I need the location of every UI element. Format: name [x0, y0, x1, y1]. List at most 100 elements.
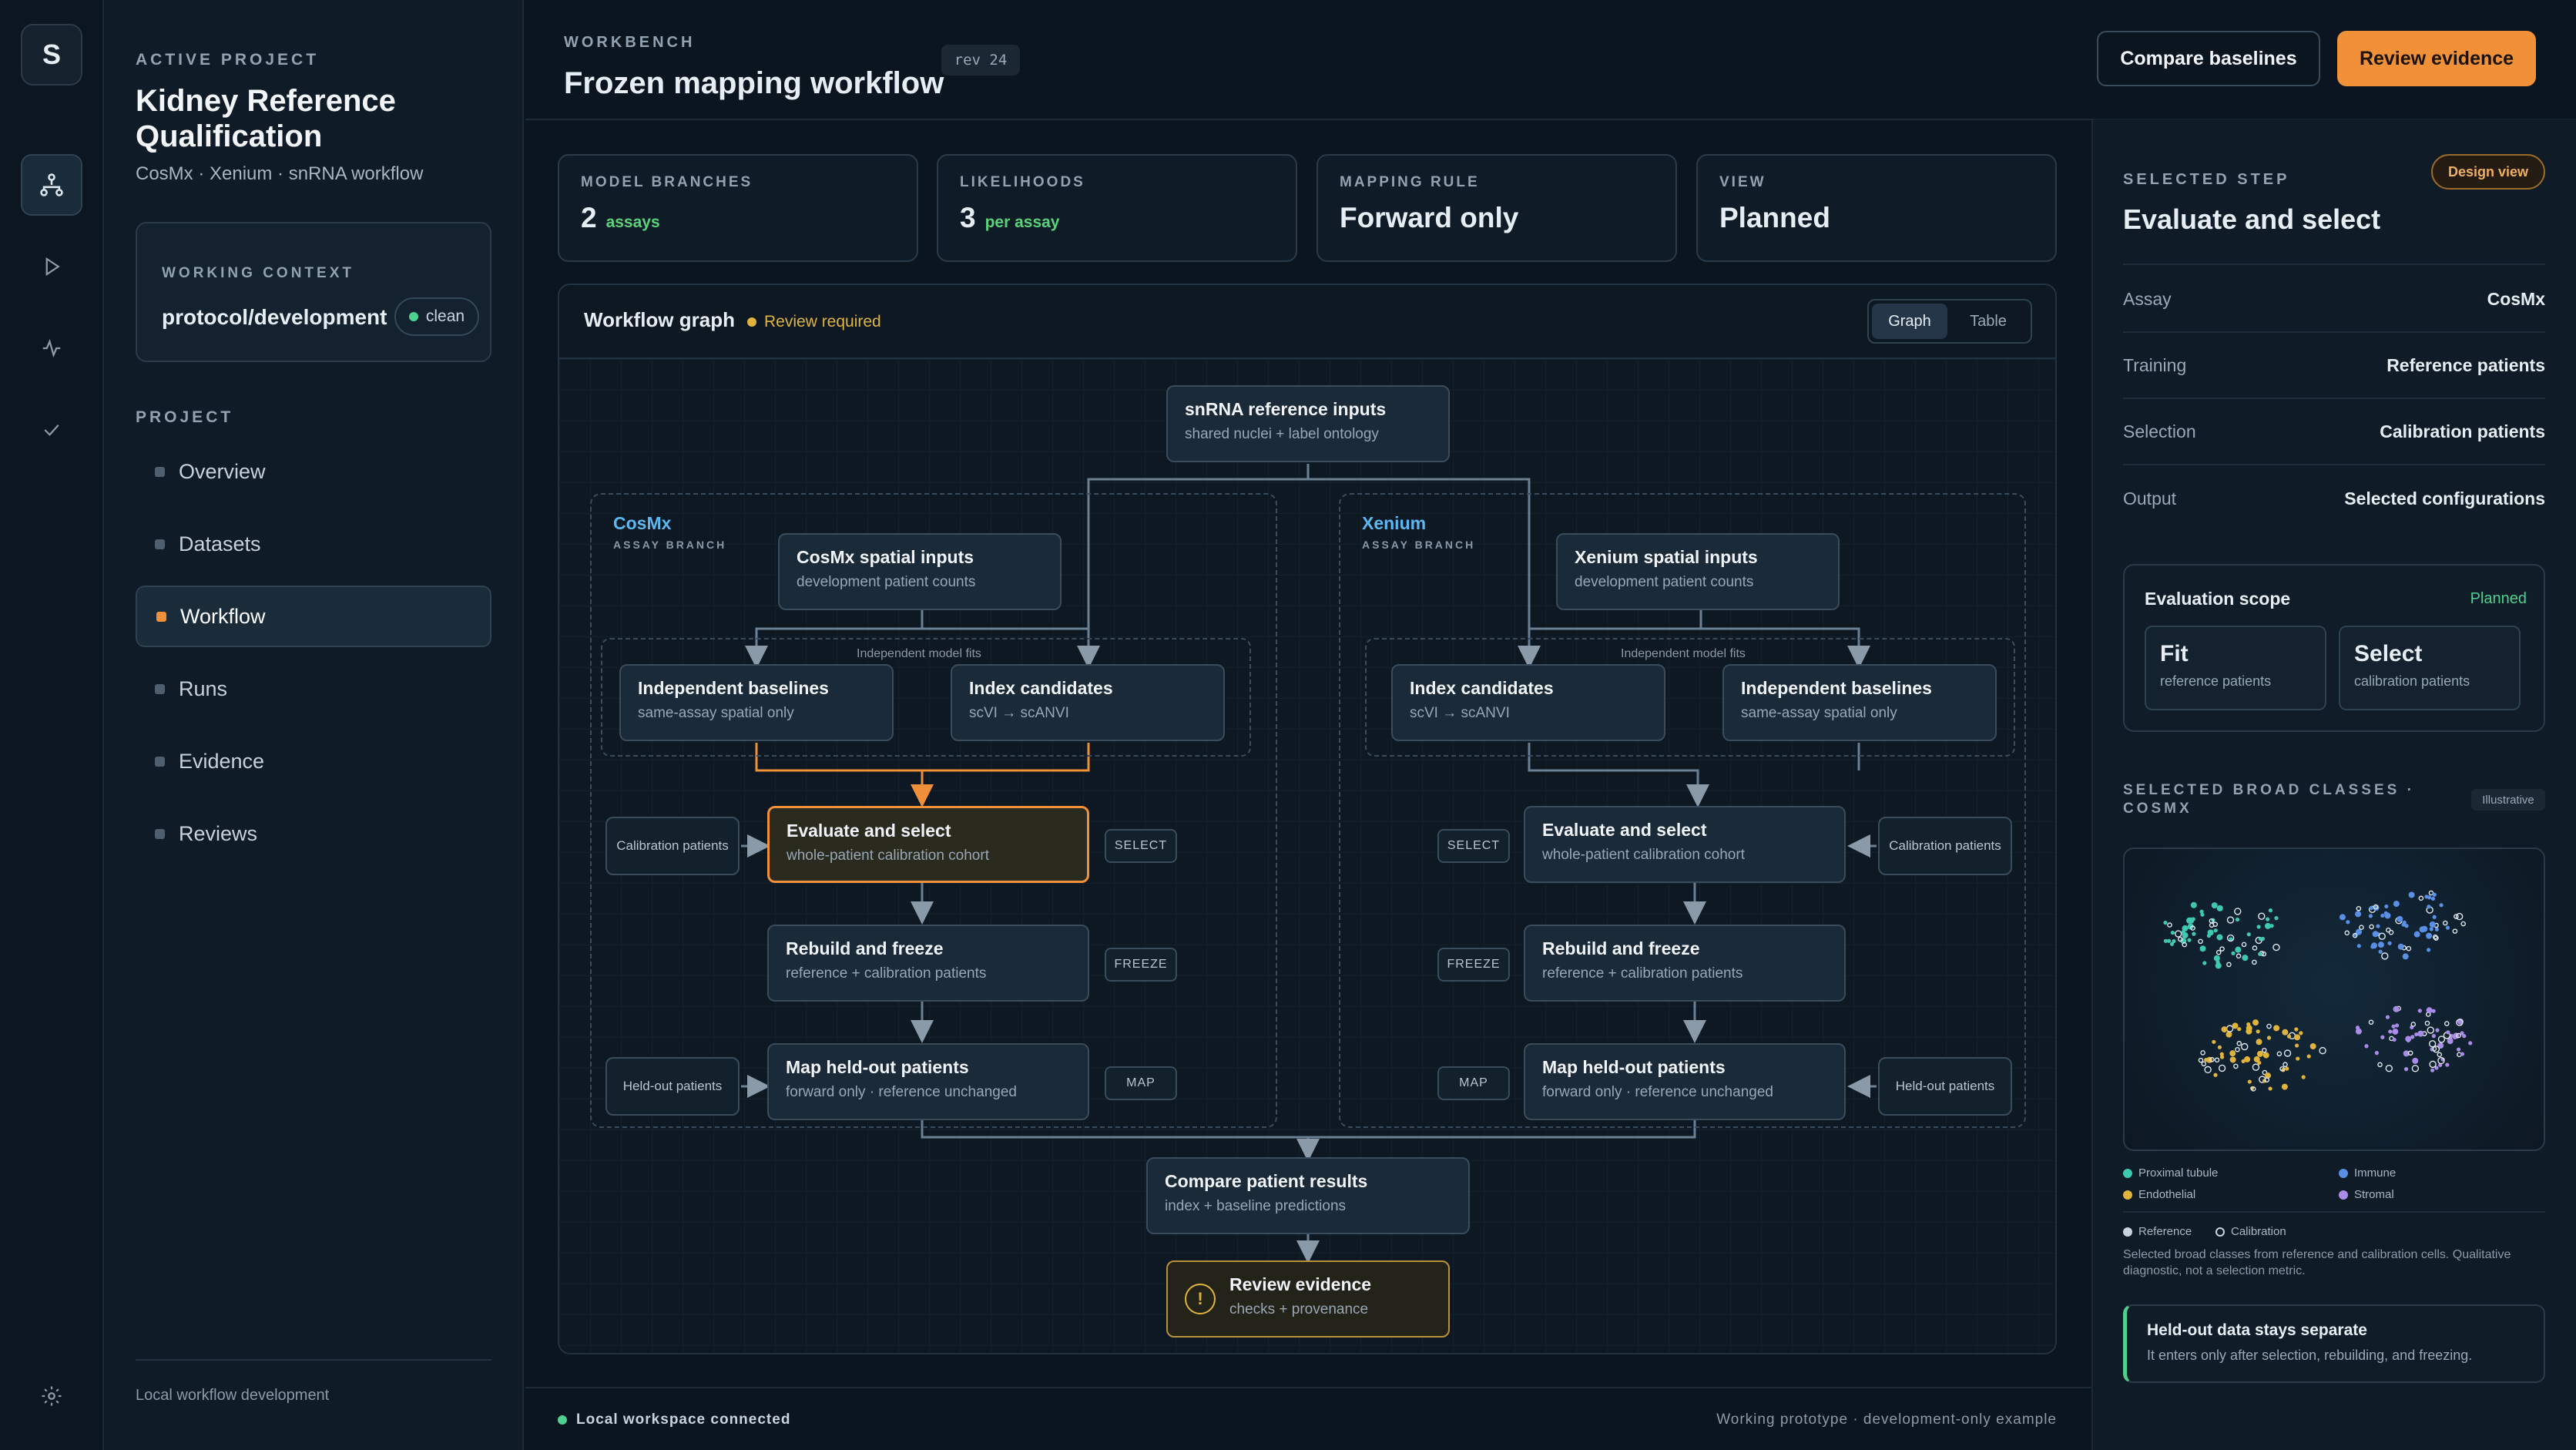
scatter-point: [2355, 1025, 2360, 1030]
scatter-point: [2296, 1056, 2300, 1061]
scatter-point: [2236, 953, 2242, 959]
node-cosmx-rebuild-and-freeze[interactable]: Rebuild and freeze reference + calibratio…: [767, 925, 1089, 1002]
scatter-point: [2430, 1068, 2435, 1072]
node-detail: index + baseline predictions: [1165, 1198, 1347, 1214]
context-branch[interactable]: protocol/development: [162, 305, 387, 330]
scatter-point: [2181, 929, 2185, 935]
scatter-point: [2394, 1023, 2400, 1028]
scatter-point: [2219, 1055, 2225, 1059]
nav-item-reviews[interactable]: Reviews: [136, 803, 491, 864]
branch-subtitle: ASSAY BRANCH: [613, 539, 727, 551]
scatter-point: [2235, 1046, 2240, 1052]
scatter-point: [2429, 1060, 2437, 1069]
nav-bullet: [156, 611, 166, 622]
nav-bullet: [155, 756, 165, 767]
scatter-point: [2217, 1045, 2222, 1049]
review-rail-button[interactable]: [21, 399, 82, 461]
legend-item: Stromal: [2339, 1188, 2394, 1201]
app-logo[interactable]: S: [21, 24, 82, 86]
tag-select: SELECT: [1105, 829, 1177, 863]
legend-swatch: [2123, 1227, 2132, 1237]
node-xenium-evaluate-and-select[interactable]: Evaluate and select whole-patient calibra…: [1524, 806, 1846, 883]
scatter-point: [2445, 925, 2450, 930]
node-xenium-spatial-inputs[interactable]: Xenium spatial inputs development patient…: [1556, 533, 1840, 610]
scatter-point: [2186, 917, 2193, 924]
node-cosmx-map-held-out[interactable]: Map held-out patients forward only · refe…: [767, 1043, 1089, 1120]
nav-label: Runs: [179, 676, 228, 700]
scatter-point: [2241, 1042, 2249, 1051]
scatter-point: [2437, 1035, 2446, 1043]
scatter-point: [2301, 1075, 2306, 1079]
scatter-point: [2447, 1038, 2454, 1045]
scatter-point: [2368, 914, 2373, 918]
workflow-rail-button[interactable]: [21, 154, 82, 216]
scatter-point: [2235, 917, 2240, 922]
row-value: Reference patients: [2386, 354, 2545, 375]
node-compare-patient-results[interactable]: Compare patient results index + baseline …: [1146, 1157, 1470, 1234]
nav-item-workflow[interactable]: Workflow: [136, 586, 491, 647]
scatter-point: [2229, 1056, 2236, 1063]
run-rail-button[interactable]: [21, 236, 82, 297]
xenium-calibration-patients[interactable]: Calibration patients: [1878, 817, 2012, 875]
scatter-point: [2388, 929, 2394, 935]
stat-value: Planned: [1719, 202, 1830, 233]
xenium-held-out-patients[interactable]: Held-out patients: [1878, 1057, 2012, 1116]
scatter-point: [2434, 927, 2439, 931]
cosmx-calibration-patients[interactable]: Calibration patients: [605, 817, 740, 875]
node-review-evidence[interactable]: ! Review evidence checks + provenance: [1166, 1260, 1450, 1338]
scatter-point: [2402, 953, 2409, 960]
scatter-point: [2276, 1051, 2283, 1057]
node-cosmx-evaluate-and-select[interactable]: Evaluate and select whole-patient calibra…: [767, 806, 1089, 883]
scatter-point: [2462, 1034, 2467, 1039]
row-value: Calibration patients: [2380, 421, 2545, 441]
scatter-point: [2246, 932, 2251, 937]
node-snrna-reference-inputs[interactable]: snRNA reference inputs shared nuclei + la…: [1166, 385, 1450, 462]
scatter-point: [2231, 951, 2236, 955]
stat-value: 3: [960, 202, 976, 233]
stat-label: LIKELIHOODS: [960, 174, 1085, 190]
node-xenium-map-held-out[interactable]: Map held-out patients forward only · refe…: [1524, 1043, 1846, 1120]
settings-rail-button[interactable]: [21, 1365, 82, 1427]
nav-item-runs[interactable]: Runs: [136, 658, 491, 720]
sidebar-footer: Local workflow development: [136, 1387, 330, 1404]
cosmx-held-out-patients[interactable]: Held-out patients: [605, 1057, 740, 1116]
nav-item-evidence[interactable]: Evidence: [136, 730, 491, 792]
node-cosmx-independent-baselines[interactable]: Independent baselines same-assay spatial …: [619, 664, 894, 741]
nav-item-overview[interactable]: Overview: [136, 441, 491, 502]
project-title: Kidney Reference Qualification: [136, 84, 396, 153]
activity-rail-button[interactable]: [21, 317, 82, 379]
node-xenium-independent-baselines[interactable]: Independent baselines same-assay spatial …: [1722, 664, 1997, 741]
scatter-point: [2266, 917, 2270, 921]
scatter-point: [2294, 1027, 2299, 1032]
stat-view: VIEW Planned: [1696, 154, 2057, 262]
cosmx-branch-header: CosMx ASSAY BRANCH: [613, 513, 726, 551]
scatter-point: [2261, 1047, 2267, 1053]
scatter-point: [2256, 925, 2261, 929]
node-cosmx-spatial-inputs[interactable]: CosMx spatial inputs development patient …: [778, 533, 1062, 610]
compare-baselines-button[interactable]: Compare baselines: [2097, 31, 2320, 86]
scatter-point: [2468, 1041, 2473, 1046]
nav-item-datasets[interactable]: Datasets: [136, 513, 491, 575]
scope-status: Planned: [2470, 590, 2527, 607]
scatter-point: [2446, 1030, 2450, 1035]
project-sidebar: [104, 0, 524, 1450]
node-cosmx-index-candidates[interactable]: Index candidates scVI → scANVI: [951, 664, 1225, 741]
legend-swatch: [2339, 1168, 2348, 1178]
scatter-point: [2427, 1026, 2434, 1034]
scatter-point: [2170, 930, 2175, 935]
node-xenium-index-candidates[interactable]: Index candidates scVI → scANVI: [1391, 664, 1665, 741]
node-xenium-rebuild-and-freeze[interactable]: Rebuild and freeze reference + calibratio…: [1524, 925, 1846, 1002]
scatter-point: [2356, 905, 2362, 911]
scatter-point: [2392, 1028, 2399, 1035]
node-title: Rebuild and freeze: [1542, 938, 1700, 958]
working-context-label: WORKING CONTEXT: [162, 265, 354, 281]
review-evidence-button[interactable]: Review evidence: [2337, 31, 2536, 86]
scatter-point: [2215, 962, 2222, 969]
scatter-point: [2369, 924, 2374, 930]
node-detail: checks + provenance: [1229, 1301, 1369, 1317]
node-title: Independent baselines: [1741, 678, 1932, 698]
legend-item: Proximal tubule: [2123, 1166, 2218, 1180]
connected-dot: [558, 1415, 567, 1425]
scatter-point: [2268, 908, 2273, 913]
scatter-point: [2414, 1032, 2419, 1037]
